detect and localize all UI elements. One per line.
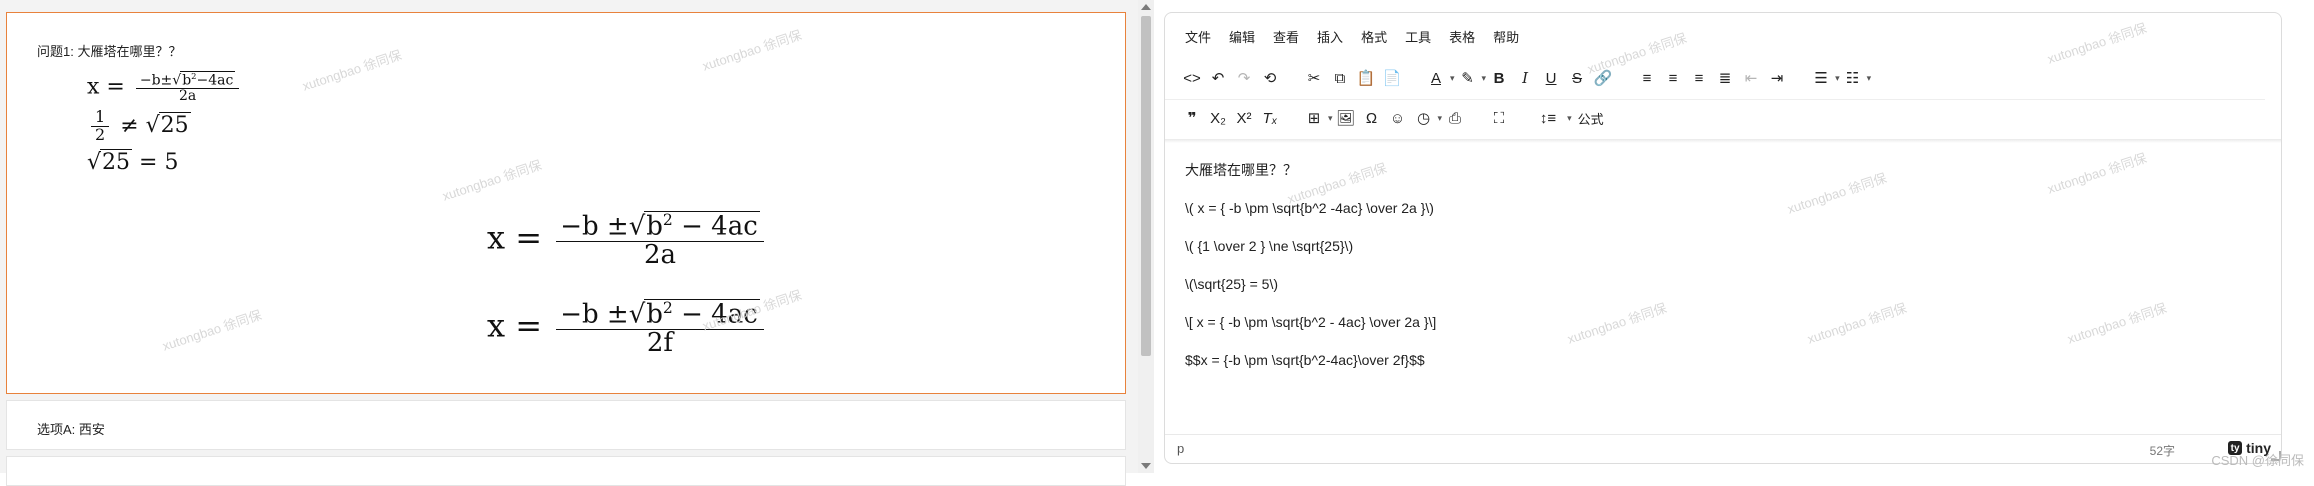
editor-statusbar: p 52字 ty tiny [1165, 434, 2281, 463]
redo-icon[interactable]: ↷ [1231, 65, 1257, 91]
vertical-scrollbar[interactable] [1138, 0, 1154, 473]
watermark: xutongbao 徐同保 [1785, 170, 1889, 217]
print-icon[interactable]: ⎙ [1442, 105, 1468, 131]
inline-formula-sqrt: √25 = 5 [87, 149, 179, 175]
link-icon[interactable]: 🔗 [1590, 65, 1616, 91]
superscript-icon[interactable]: X² [1231, 105, 1257, 131]
line-height-icon[interactable]: ↕≡ [1530, 105, 1566, 131]
menu-edit[interactable]: 编辑 [1229, 27, 1255, 46]
editor-paragraph[interactable]: $$x = {-b \pm \sqrt{b^2-4ac}\over 2f}$$ [1185, 351, 1436, 389]
scroll-down-arrow-icon[interactable] [1141, 463, 1151, 469]
special-char-icon[interactable]: Ω [1359, 105, 1385, 131]
editor-paragraph[interactable]: \( {1 \over 2 } \ne \sqrt{25}\) [1185, 237, 1436, 275]
menu-view[interactable]: 查看 [1273, 27, 1299, 46]
word-count[interactable]: 52字 [2150, 442, 2175, 459]
indent-icon[interactable]: ⇥ [1764, 65, 1790, 91]
paste-icon[interactable]: 📋 [1353, 65, 1379, 91]
menu-tools[interactable]: 工具 [1405, 27, 1431, 46]
emoticons-icon[interactable]: ☺ [1385, 105, 1411, 131]
editor-menubar: 文件 编辑 查看 插入 格式 工具 表格 帮助 [1185, 27, 1519, 46]
watermark: xutongbao 徐同保 [1805, 300, 1909, 347]
subscript-icon[interactable]: X₂ [1205, 105, 1231, 131]
editor-toolbar-row-2: ❞ X₂ X² Tₓ ⊞ ▾ 🖼 Ω ☺ ◷ ▾ ⎙ ⛶ ↕≡ ▾ 公式 [1179, 105, 1610, 131]
menu-file[interactable]: 文件 [1185, 27, 1211, 46]
toolbar-shadow [1165, 139, 2281, 143]
highlight-color-icon[interactable]: ✎ [1455, 65, 1481, 91]
outdent-icon[interactable]: ⇤ [1738, 65, 1764, 91]
editor-paragraph[interactable]: \[ x = { -b \pm \sqrt{b^2 - 4ac} \over 2… [1185, 313, 1436, 351]
menu-format[interactable]: 格式 [1361, 27, 1387, 46]
paste-text-icon[interactable]: 📄 [1379, 65, 1405, 91]
scroll-up-arrow-icon[interactable] [1141, 4, 1151, 10]
editor-paragraph[interactable]: \( x = { -b \pm \sqrt{b^2 -4ac} \over 2a… [1185, 199, 1436, 237]
align-right-icon[interactable]: ≡ [1686, 65, 1712, 91]
rich-text-editor[interactable]: 文件 编辑 查看 插入 格式 工具 表格 帮助 <> ↶ ↷ ⟲ ✂ ⧉ 📋 📄… [1164, 12, 2282, 464]
align-left-icon[interactable]: ≡ [1634, 65, 1660, 91]
inline-formula-quadratic: x = −b±√b2−4ac 2a [87, 71, 243, 104]
watermark: xutongbao 徐同保 [1565, 300, 1669, 347]
inline-formula-inequality: 12 ≠ √25 [87, 108, 191, 144]
option-card-a[interactable]: 选项A: 西安 [6, 400, 1126, 450]
restore-draft-icon[interactable]: ⟲ [1257, 65, 1283, 91]
bullet-list-icon[interactable]: ☰ [1808, 65, 1834, 91]
question-card[interactable]: 问题1: 大雁塔在哪里？？ x = −b±√b2−4ac 2a 12 ≠ √25… [6, 12, 1126, 394]
editor-toolbar-row-1: <> ↶ ↷ ⟲ ✂ ⧉ 📋 📄 A ▾ ✎ ▾ B I U S 🔗 ≡ ≡ ≡… [1179, 65, 1871, 91]
toolbar-divider [1165, 99, 2265, 100]
table-icon[interactable]: ⊞ [1301, 105, 1327, 131]
display-formula-quadratic-2f: x = −b ±√b2 − 4ac 2f [487, 299, 768, 357]
bold-icon[interactable]: B [1486, 65, 1512, 91]
align-justify-icon[interactable]: ≣ [1712, 65, 1738, 91]
cut-icon[interactable]: ✂ [1301, 65, 1327, 91]
scroll-thumb[interactable] [1141, 16, 1151, 356]
question-panel: 问题1: 大雁塔在哪里？？ x = −b±√b2−4ac 2a 12 ≠ √25… [0, 0, 1138, 486]
csdn-credit: CSDN @徐同保 [2211, 453, 2304, 468]
menu-insert[interactable]: 插入 [1317, 27, 1343, 46]
italic-icon[interactable]: I [1512, 65, 1538, 91]
blockquote-icon[interactable]: ❞ [1179, 105, 1205, 131]
fullscreen-icon[interactable]: ⛶ [1486, 105, 1512, 131]
watermark: xutongbao 徐同保 [2045, 150, 2149, 197]
formula-button[interactable]: 公式 [1572, 109, 1610, 128]
font-color-icon[interactable]: A [1423, 65, 1449, 91]
editor-paragraph[interactable]: \(\sqrt{25} = 5\) [1185, 275, 1436, 313]
copy-icon[interactable]: ⧉ [1327, 65, 1353, 91]
image-icon[interactable]: 🖼 [1333, 105, 1359, 131]
numbered-list-icon[interactable]: ☷ [1840, 65, 1866, 91]
option-a-label: 选项A: 西安 [37, 422, 105, 437]
display-formula-quadratic-2a: x = −b ±√b2 − 4ac 2a [487, 211, 768, 269]
question-label: 问题1: 大雁塔在哪里？？ [37, 44, 182, 59]
watermark: xutongbao 徐同保 [2045, 20, 2149, 67]
editor-paragraph[interactable]: 大雁塔在哪里？？ [1185, 161, 1436, 199]
underline-icon[interactable]: U [1538, 65, 1564, 91]
watermark: xutongbao 徐同保 [2065, 300, 2169, 347]
editor-content-area[interactable]: 大雁塔在哪里？？ \( x = { -b \pm \sqrt{b^2 -4ac}… [1185, 161, 1436, 389]
datetime-icon[interactable]: ◷ [1411, 105, 1437, 131]
source-code-icon[interactable]: <> [1179, 65, 1205, 91]
element-path[interactable]: p [1177, 441, 1184, 456]
chevron-down-icon[interactable]: ▾ [1867, 73, 1872, 84]
menu-table[interactable]: 表格 [1449, 27, 1475, 46]
clear-format-icon[interactable]: Tₓ [1257, 105, 1283, 131]
menu-help[interactable]: 帮助 [1493, 27, 1519, 46]
align-center-icon[interactable]: ≡ [1660, 65, 1686, 91]
undo-icon[interactable]: ↶ [1205, 65, 1231, 91]
strikethrough-icon[interactable]: S [1564, 65, 1590, 91]
option-card-b[interactable] [6, 456, 1126, 486]
